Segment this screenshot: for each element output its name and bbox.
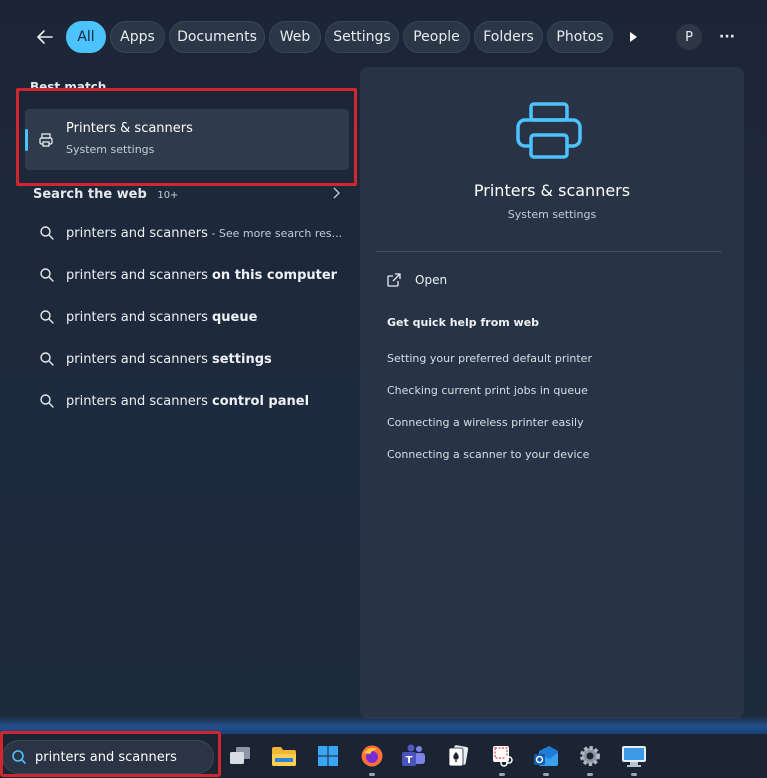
filter-chip-folders[interactable]: Folders: [474, 21, 543, 53]
web-result-text: printers and scanners settings: [66, 352, 272, 367]
filter-chip-photos[interactable]: Photos: [547, 21, 613, 53]
web-result-text: printers and scanners control panel: [66, 394, 309, 409]
web-result-prefix: printers and scanners: [66, 351, 212, 367]
detail-subtitle: System settings: [507, 208, 597, 221]
running-indicator: [499, 773, 505, 776]
chevron-right-icon: [333, 187, 340, 199]
file-explorer-icon[interactable]: [270, 742, 298, 770]
more-options-button[interactable]: ···: [714, 24, 740, 50]
printer-large-icon: [516, 102, 582, 159]
filter-chip-apps[interactable]: Apps: [110, 21, 165, 53]
web-result-prefix: printers and scanners: [66, 267, 212, 283]
help-link-1[interactable]: Checking current print jobs in queue: [387, 384, 588, 397]
web-result-0[interactable]: printers and scanners - See more search …: [25, 215, 349, 251]
snipping-tool-icon[interactable]: [488, 742, 516, 776]
back-arrow-icon: [37, 30, 53, 44]
task-view-icon[interactable]: [226, 742, 254, 770]
detail-title: Printers & scanners: [473, 181, 631, 200]
teams-glyph: T: [402, 744, 425, 766]
outlook-icon[interactable]: [532, 742, 560, 776]
running-indicator: [631, 773, 637, 776]
filter-chip-web[interactable]: Web: [269, 21, 321, 53]
detail-divider: [376, 251, 722, 252]
web-result-text: printers and scanners on this computer: [66, 268, 337, 283]
solitaire-icon[interactable]: [444, 742, 472, 770]
open-external-icon: [387, 273, 401, 287]
firefox-icon[interactable]: [358, 742, 386, 776]
web-result-suffix: - See more search res...: [207, 226, 343, 240]
web-result-prefix: printers and scanners: [66, 309, 212, 325]
cards-glyph: [448, 745, 469, 767]
search-icon: [40, 310, 54, 324]
web-result-bold: settings: [212, 351, 272, 367]
filter-chip-all[interactable]: All: [66, 21, 106, 53]
windows-logo-glyph: [318, 746, 338, 766]
search-web-count: 10+: [157, 190, 179, 201]
task-view-glyph: [230, 747, 250, 764]
gear-glyph: [580, 746, 600, 766]
highlight-box-best-match: [16, 88, 357, 186]
web-result-prefix: printers and scanners: [66, 225, 208, 241]
settings-gear-icon[interactable]: [576, 742, 604, 776]
open-action[interactable]: Open: [386, 272, 447, 288]
filter-chip-documents[interactable]: Documents: [169, 21, 265, 53]
search-icon: [40, 226, 54, 240]
outlook-glyph: [534, 746, 558, 766]
search-web-label: Search the web 10+: [33, 187, 178, 202]
monitor-glyph: [622, 746, 646, 767]
web-result-prefix: printers and scanners: [66, 393, 212, 409]
help-link-2[interactable]: Connecting a wireless printer easily: [387, 416, 584, 429]
web-result-1[interactable]: printers and scanners on this computer: [25, 257, 349, 293]
web-result-4[interactable]: printers and scanners control panel: [25, 383, 349, 419]
web-result-2[interactable]: printers and scanners queue: [25, 299, 349, 335]
web-result-bold: on this computer: [212, 267, 338, 283]
detail-panel: Printers & scanners System settings Open…: [360, 67, 744, 719]
back-button[interactable]: [30, 22, 60, 52]
snipping-glyph: [493, 746, 513, 767]
filter-chip-people[interactable]: People: [403, 21, 470, 53]
search-web-label-text: Search the web: [33, 187, 147, 202]
web-result-bold: queue: [212, 309, 258, 325]
help-link-0[interactable]: Setting your preferred default printer: [387, 352, 592, 365]
web-result-bold: control panel: [212, 393, 310, 409]
play-icon: [630, 32, 637, 42]
web-result-text: printers and scanners queue: [66, 310, 257, 325]
highlight-box-taskbar-search: [0, 731, 221, 777]
help-link-3[interactable]: Connecting a scanner to your device: [387, 448, 589, 461]
search-web-expand-button[interactable]: [331, 185, 345, 201]
start-icon[interactable]: [314, 742, 342, 770]
filter-bar: All Apps Documents Web Settings People F…: [0, 0, 767, 72]
remote-desktop-icon[interactable]: [620, 742, 648, 776]
search-icon: [40, 268, 54, 282]
filter-chip-settings[interactable]: Settings: [325, 21, 399, 53]
web-result-text: printers and scanners - See more search …: [66, 226, 342, 241]
open-label: Open: [415, 273, 448, 287]
avatar[interactable]: P: [676, 24, 702, 50]
more-filters-button[interactable]: [620, 24, 646, 50]
running-indicator: [543, 773, 549, 776]
web-result-3[interactable]: printers and scanners settings: [25, 341, 349, 377]
folder-glyph: [272, 747, 296, 766]
quick-help-heading: Get quick help from web: [387, 316, 540, 329]
search-icon: [40, 394, 54, 408]
svg-text:T: T: [406, 755, 413, 766]
running-indicator: [369, 773, 375, 776]
firefox-glyph: [361, 745, 383, 767]
search-icon: [40, 352, 54, 366]
running-indicator: [587, 773, 593, 776]
teams-icon[interactable]: T: [400, 742, 428, 770]
